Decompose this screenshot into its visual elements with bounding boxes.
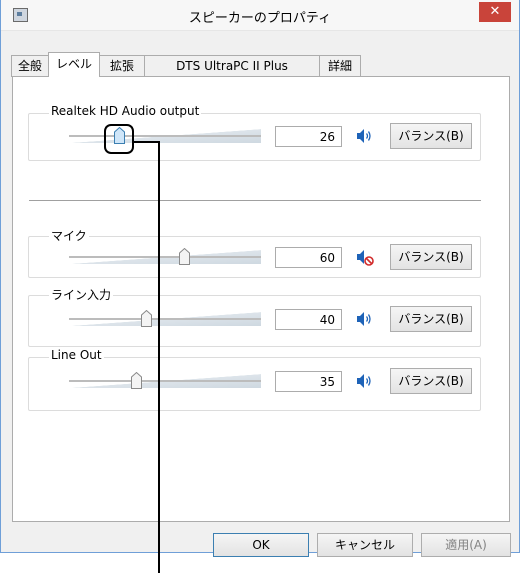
volume-value-line-out[interactable]: 35	[275, 371, 342, 392]
section-divider	[29, 200, 481, 201]
volume-slider-thumb-mic[interactable]	[179, 248, 191, 265]
balance-button-output[interactable]: バランス(B)	[390, 123, 472, 149]
ok-button[interactable]: OK	[213, 533, 309, 557]
slider-track-line	[69, 380, 261, 382]
speaker-properties-window: スピーカーのプロパティ ✕ 全般 レベル 拡張 DTS UltraPC II P…	[0, 0, 520, 557]
tab-enhancements[interactable]: 拡張	[99, 55, 145, 77]
title-bar: スピーカーのプロパティ ✕	[1, 0, 519, 31]
volume-slider-thumb-line-in[interactable]	[140, 310, 152, 327]
speaker-icon[interactable]	[351, 125, 377, 147]
speaker-icon[interactable]	[351, 370, 377, 392]
slider-track-line	[69, 318, 261, 320]
callout-leader-horizontal	[133, 141, 160, 143]
device-label-line-in: ライン入力	[49, 286, 114, 303]
tab-dts-ultrapc[interactable]: DTS UltraPC II Plus	[144, 55, 320, 77]
speaker-icon[interactable]	[351, 308, 377, 330]
volume-slider-thumb-line-out[interactable]	[131, 372, 143, 389]
volume-slider-line-out[interactable]	[69, 374, 261, 388]
volume-slider-mic[interactable]	[69, 250, 261, 264]
callout-leader-vertical	[158, 141, 160, 573]
balance-button-line-out[interactable]: バランス(B)	[390, 368, 472, 394]
volume-value-line-in[interactable]: 40	[275, 309, 342, 330]
slider-track-line	[69, 135, 261, 137]
balance-button-mic[interactable]: バランス(B)	[390, 244, 472, 270]
volume-slider-line-in[interactable]	[69, 312, 261, 326]
close-button[interactable]: ✕	[479, 2, 511, 22]
tab-advanced[interactable]: 詳細	[319, 55, 361, 77]
callout-highlight	[104, 124, 134, 154]
slider-track-line	[69, 256, 261, 258]
volume-slider-output[interactable]	[69, 129, 261, 143]
apply-button[interactable]: 適用(A)	[421, 533, 511, 557]
balance-button-line-in[interactable]: バランス(B)	[390, 306, 472, 332]
tab-levels[interactable]: レベル	[48, 52, 100, 77]
speaker-muted-icon[interactable]	[351, 246, 377, 268]
device-label-output: Realtek HD Audio output	[49, 104, 202, 118]
device-label-line-out: Line Out	[49, 348, 104, 362]
tab-general[interactable]: 全般	[11, 55, 49, 77]
device-label-mic: マイク	[49, 227, 89, 244]
volume-value-output[interactable]: 26	[275, 126, 342, 147]
cancel-button[interactable]: キャンセル	[317, 533, 413, 557]
window-title: スピーカーのプロパティ	[188, 11, 332, 26]
volume-value-mic[interactable]: 60	[275, 247, 342, 268]
